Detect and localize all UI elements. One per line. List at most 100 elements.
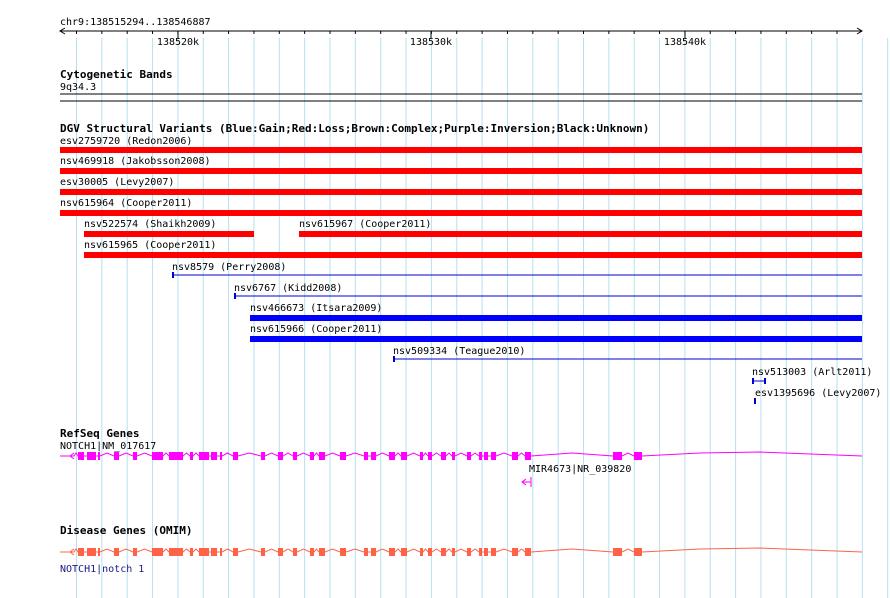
exon-block [467,452,471,460]
exon-block [78,452,84,460]
variant-label: nsv615965 (Cooper2011) [84,240,216,251]
gene-label: NOTCH1|notch 1 [60,564,144,575]
variant-label: nsv522574 (Shaikh2009) [84,219,216,230]
exon-block [484,452,488,460]
exon-block [278,548,283,556]
exon-block [133,548,137,556]
exon-block [261,452,265,460]
exon-block [261,548,265,556]
exon-block [491,548,496,556]
exon-block [420,452,423,460]
exon-block [484,548,488,556]
variant-bar[interactable] [84,231,254,237]
exon-block [512,548,518,556]
exon-block [211,452,217,460]
ruler-tick-label: 138540k [664,37,706,48]
exon-block [634,452,642,460]
exon-block [525,548,531,556]
gene-label: MIR4673|NR_039820 [529,464,631,475]
exon-block [467,548,471,556]
variant-start-mark [752,378,754,384]
exon-block [199,548,209,556]
variant-end-mark [764,378,766,384]
refseq-track-title: RefSeq Genes [60,427,139,440]
variant-label: nsv615966 (Cooper2011) [250,324,382,335]
variant-label: nsv509334 (Teague2010) [393,346,525,357]
exon-block [220,452,222,460]
variant-label: nsv615967 (Cooper2011) [299,219,431,230]
exon-block [441,452,446,460]
exon-block [211,548,217,556]
exon-block [319,548,325,556]
variant-label: nsv469918 (Jakobsson2008) [60,156,211,167]
exon-block [78,548,84,556]
variant-label: nsv466673 (Itsara2009) [250,303,382,314]
exon-block [87,452,96,460]
exon-block [512,452,518,460]
variant-bar[interactable] [250,336,862,342]
variant-bar[interactable] [60,210,862,216]
exon-block [479,548,482,556]
variant-label: esv1395696 (Levy2007) [755,388,881,399]
exon-block [613,548,622,556]
exon-block [401,452,407,460]
exon-block [114,452,119,460]
genome-browser-viewer[interactable]: chr9:138515294..138546887 138520k 138530… [0,0,890,598]
omim-track-title: Disease Genes (OMIM) [60,524,192,537]
exon-block [340,548,346,556]
variant-label: esv2759720 (Redon2006) [60,136,192,147]
exon-block [525,452,531,460]
exon-block [420,548,423,556]
location-label: chr9:138515294..138546887 [60,17,211,28]
dgv-track-title: DGV Structural Variants (Blue:Gain;Red:L… [60,122,649,135]
exon-block [340,452,346,460]
exon-block [169,452,183,460]
exon-block [401,548,407,556]
variant-bar[interactable] [60,189,862,195]
exon-block [634,548,642,556]
variant-bar[interactable] [299,231,862,237]
variant-label: nsv6767 (Kidd2008) [234,283,342,294]
exon-block [87,548,96,556]
exon-block [310,452,314,460]
exon-block [479,452,482,460]
exon-block [133,452,137,460]
exon-block [389,548,395,556]
gene-label: NOTCH1|NM_017617 [60,441,156,452]
variant-bar[interactable] [60,168,862,174]
variant-mark[interactable] [754,398,756,404]
exon-block [278,452,283,460]
exon-block [428,452,432,460]
exon-block [310,548,314,556]
exon-block [220,548,222,556]
variant-label: nsv8579 (Perry2008) [172,262,286,273]
exon-block [428,548,432,556]
exon-block [152,548,163,556]
exon-block [199,452,209,460]
exon-block [190,452,193,460]
ruler-tick-label: 138520k [157,37,199,48]
exon-block [319,452,325,460]
exon-block [293,548,297,556]
variant-bar[interactable] [84,252,862,258]
exon-block [152,452,163,460]
exon-block [452,452,455,460]
exon-block [389,452,395,460]
exon-block [613,452,622,460]
variant-label: nsv615964 (Cooper2011) [60,198,192,209]
exon-block [364,548,368,556]
exon-block [364,452,368,460]
variant-start-mark [172,272,174,278]
exon-block [233,548,238,556]
variant-start-mark [393,356,395,362]
exon-block [293,452,297,460]
exon-block [441,548,446,556]
exon-block [233,452,238,460]
cytoband-label: 9q34.3 [60,82,96,93]
exon-block [98,548,100,556]
variant-label: nsv513003 (Arlt2011) [752,367,872,378]
variant-bar[interactable] [250,315,862,321]
variant-label: esv30005 (Levy2007) [60,177,174,188]
variant-bar[interactable] [60,147,862,153]
exon-block [491,452,496,460]
